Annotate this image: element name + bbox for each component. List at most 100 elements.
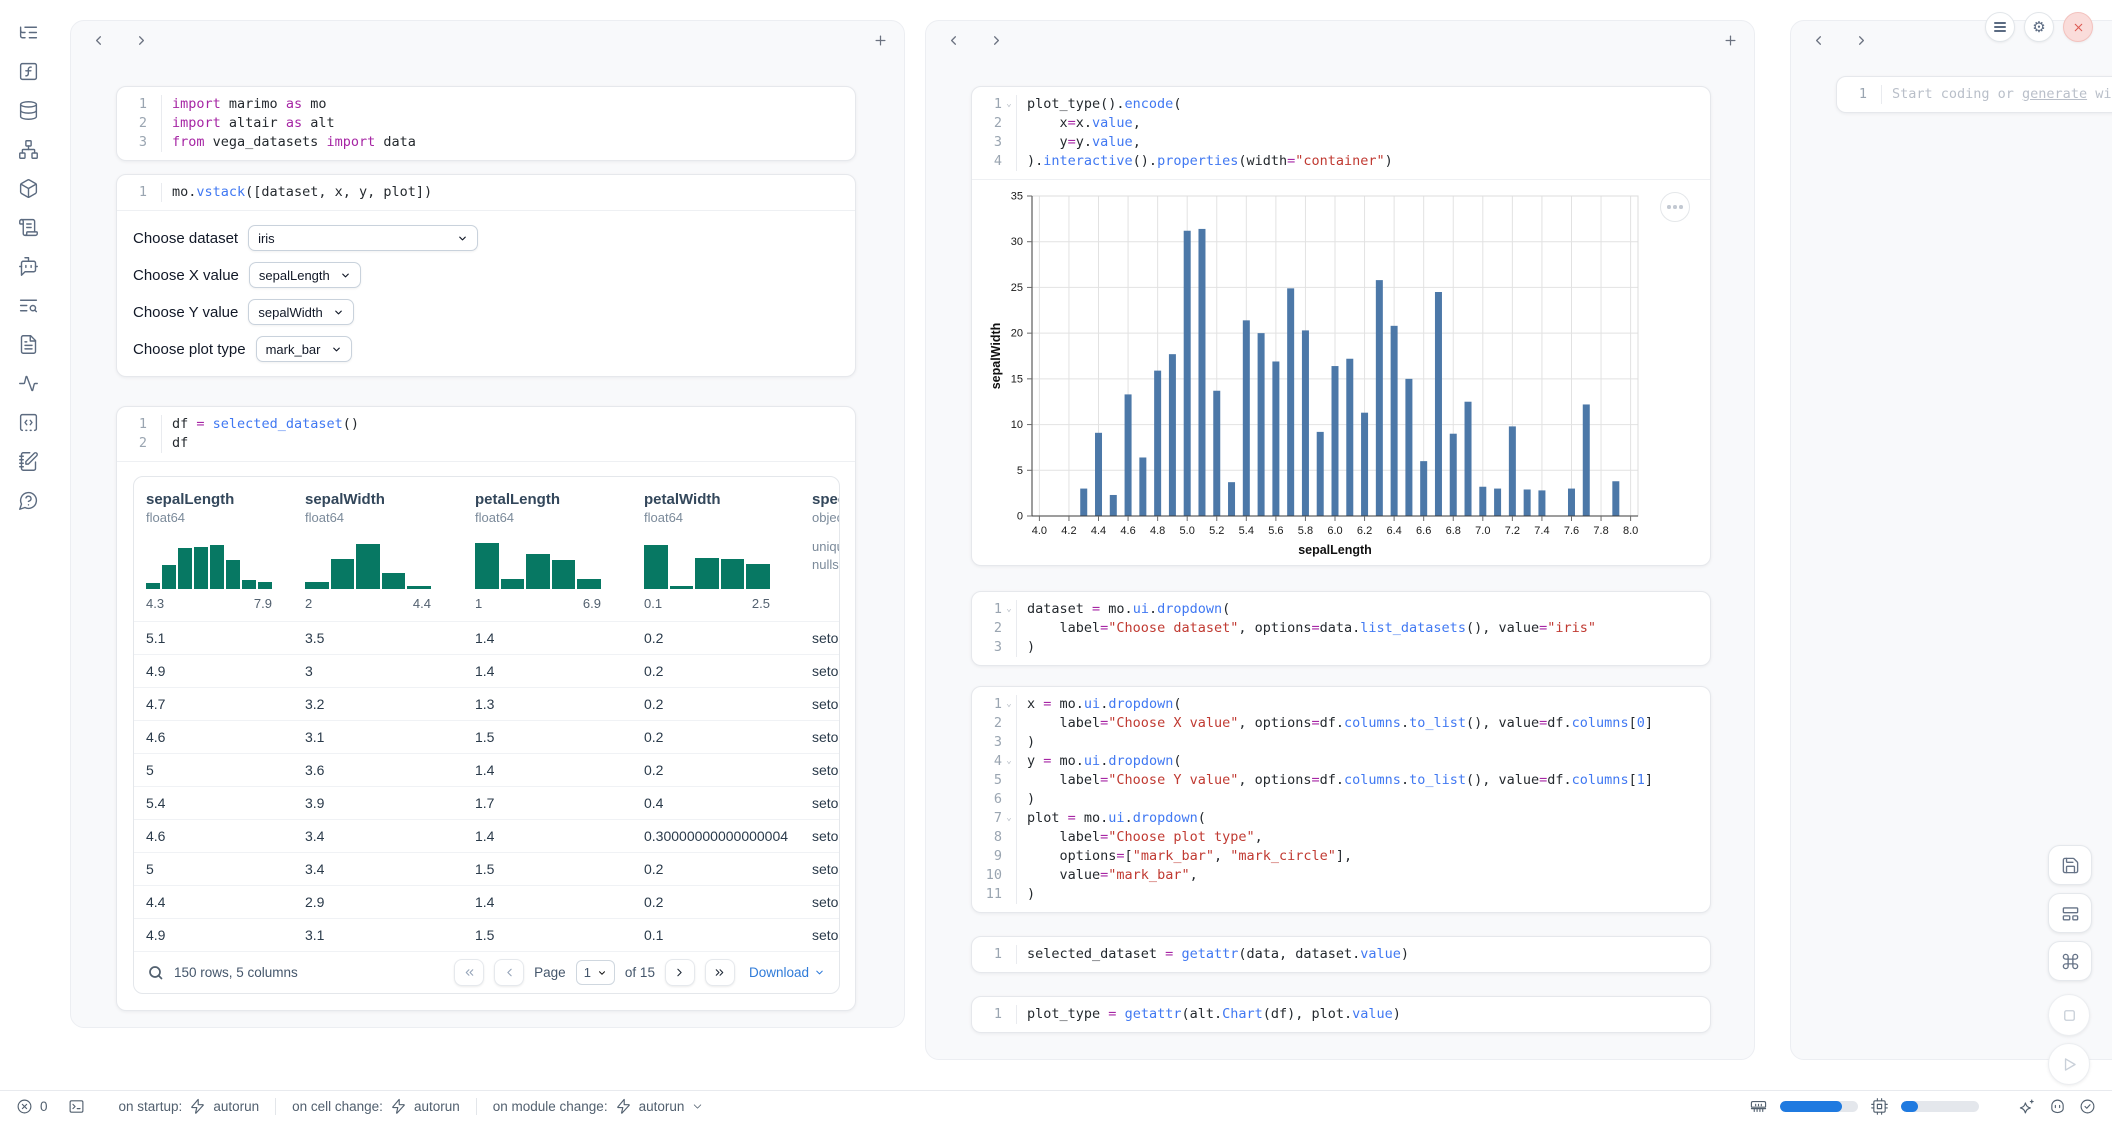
add-cell-button[interactable] <box>1723 33 1738 53</box>
code-text[interactable]: ) <box>1016 733 1710 752</box>
stop-button[interactable] <box>2048 994 2090 1036</box>
column-prev-button[interactable] <box>1811 33 1826 53</box>
code-text[interactable]: label="Choose X value", options=df.colum… <box>1016 714 1710 733</box>
cell-selected-dataset[interactable]: 1selected_dataset = getattr(data, datase… <box>971 936 1711 973</box>
column-header[interactable]: sepalLengthfloat644.37.9 <box>134 491 293 611</box>
code-editor[interactable]: 1⌄dataset = mo.ui.dropdown(2 label="Choo… <box>972 592 1710 665</box>
documentation-icon[interactable] <box>16 332 40 356</box>
connection-status-icon[interactable] <box>2079 1098 2096 1115</box>
code-text[interactable]: Start coding or generate with AI <box>1881 85 2112 104</box>
download-button[interactable]: Download <box>749 965 825 980</box>
code-editor[interactable]: 1import marimo as mo2import altair as al… <box>117 87 855 160</box>
packages-icon[interactable] <box>16 176 40 200</box>
code-text[interactable]: ) <box>1016 638 1710 657</box>
code-editor[interactable]: 1selected_dataset = getattr(data, datase… <box>972 937 1710 972</box>
code-text[interactable]: selected_dataset = getattr(data, dataset… <box>1016 945 1710 964</box>
code-text[interactable]: x = mo.ui.dropdown( <box>1016 695 1710 714</box>
on-startup-setting[interactable]: on startup: autorun <box>119 1098 260 1115</box>
column-prev-button[interactable] <box>91 33 106 53</box>
code-text[interactable]: ) <box>1016 790 1710 809</box>
dependency-graph-icon[interactable] <box>16 137 40 161</box>
column-header[interactable]: petalLengthfloat6416.9 <box>463 491 632 611</box>
cell-plot-type[interactable]: 1plot_type = getattr(alt.Chart(df), plot… <box>971 996 1711 1033</box>
code-editor[interactable]: 1⌄plot_type().encode(2 x=x.value,3 y=y.v… <box>972 87 1710 179</box>
code-text[interactable]: import altair as alt <box>161 114 855 133</box>
command-palette-button[interactable] <box>2048 941 2092 981</box>
snippets-icon[interactable] <box>16 410 40 434</box>
column-header[interactable]: speciobjecuniqunulls: <box>800 491 839 611</box>
search-icon[interactable] <box>148 965 164 981</box>
column-next-button[interactable] <box>989 33 1004 53</box>
code-text[interactable]: y = mo.ui.dropdown( <box>1016 752 1710 771</box>
tracing-icon[interactable] <box>16 371 40 395</box>
run-all-button[interactable] <box>2048 1043 2090 1085</box>
x-select[interactable]: sepalLength <box>249 262 361 288</box>
cell-dataframe[interactable]: 1df = selected_dataset()2df sepalLengthf… <box>116 406 856 1011</box>
code-text[interactable]: from vega_datasets import data <box>161 133 855 152</box>
code-text[interactable]: import marimo as mo <box>161 95 855 114</box>
next-page-button[interactable] <box>665 959 695 986</box>
code-editor[interactable]: 1plot_type = getattr(alt.Chart(df), plot… <box>972 997 1710 1032</box>
help-icon[interactable] <box>16 488 40 512</box>
layout-button[interactable] <box>2048 893 2092 933</box>
code-text[interactable]: y=y.value, <box>1016 133 1710 152</box>
file-tree-icon[interactable] <box>16 20 40 44</box>
close-button[interactable] <box>2063 12 2093 42</box>
fold-icon[interactable]: ⌄ <box>1002 809 1016 828</box>
code-text[interactable]: value="mark_bar", <box>1016 866 1710 885</box>
scratchpad-icon[interactable] <box>16 449 40 473</box>
altair-chart[interactable]: 4.04.24.44.64.85.05.25.45.65.86.06.26.46… <box>972 180 1710 565</box>
errors-indicator[interactable]: 0 <box>16 1098 48 1115</box>
on-cell-change-setting[interactable]: on cell change: autorun <box>292 1098 460 1115</box>
function-square-icon[interactable] <box>16 59 40 83</box>
fold-icon[interactable]: ⌄ <box>1002 695 1016 714</box>
cell-new-empty[interactable]: 1Start coding or generate with AI <box>1836 76 2112 113</box>
column-prev-button[interactable] <box>946 33 961 53</box>
cell-xy-plot-dropdowns[interactable]: 1⌄x = mo.ui.dropdown(2 label="Choose X v… <box>971 686 1711 913</box>
terminal-button[interactable] <box>68 1098 85 1115</box>
fold-icon[interactable]: ⌄ <box>1002 752 1016 771</box>
code-text[interactable]: mo.vstack([dataset, x, y, plot]) <box>161 183 855 202</box>
column-next-button[interactable] <box>1854 33 1869 53</box>
column-header[interactable]: sepalWidthfloat6424.4 <box>293 491 463 611</box>
cell-plot[interactable]: 1⌄plot_type().encode(2 x=x.value,3 y=y.v… <box>971 86 1711 566</box>
last-page-button[interactable] <box>705 959 735 986</box>
column-header[interactable]: petalWidthfloat640.12.5 <box>632 491 800 611</box>
cell-dataset-dropdown[interactable]: 1⌄dataset = mo.ui.dropdown(2 label="Choo… <box>971 591 1711 666</box>
fold-icon[interactable]: ⌄ <box>1002 95 1016 114</box>
cell-vstack[interactable]: 1mo.vstack([dataset, x, y, plot]) Choose… <box>116 174 856 377</box>
code-text[interactable]: dataset = mo.ui.dropdown( <box>1016 600 1710 619</box>
code-editor[interactable]: 1mo.vstack([dataset, x, y, plot]) <box>117 175 855 210</box>
code-text[interactable]: ) <box>1016 885 1710 904</box>
bar-chart[interactable]: 4.04.24.44.64.85.05.25.45.65.86.06.26.46… <box>986 186 1666 564</box>
prev-page-button[interactable] <box>494 959 524 986</box>
column-next-button[interactable] <box>134 33 149 53</box>
code-editor[interactable]: 1df = selected_dataset()2df <box>117 407 855 461</box>
code-text[interactable]: options=["mark_bar", "mark_circle"], <box>1016 847 1710 866</box>
fold-icon[interactable]: ⌄ <box>1002 600 1016 619</box>
code-text[interactable]: label="Choose plot type", <box>1016 828 1710 847</box>
code-editor[interactable]: 1⌄x = mo.ui.dropdown(2 label="Choose X v… <box>972 687 1710 912</box>
code-editor-placeholder[interactable]: 1Start coding or generate with AI <box>1837 77 2112 112</box>
code-text[interactable]: label="Choose dataset", options=data.lis… <box>1016 619 1710 638</box>
dataset-select[interactable]: iris <box>248 225 478 251</box>
list-search-icon[interactable] <box>16 293 40 317</box>
settings-gear-button[interactable]: ⚙ <box>2024 12 2054 42</box>
copilot-icon[interactable] <box>2049 1098 2066 1115</box>
code-text[interactable]: plot_type().encode( <box>1016 95 1710 114</box>
code-text[interactable]: df <box>161 434 855 453</box>
page-select[interactable]: 1 <box>576 960 615 985</box>
notebook-menu-button[interactable] <box>1985 12 2015 42</box>
y-select[interactable]: sepalWidth <box>248 299 353 325</box>
code-text[interactable]: df = selected_dataset() <box>161 415 855 434</box>
code-text[interactable]: label="Choose Y value", options=df.colum… <box>1016 771 1710 790</box>
datasets-icon[interactable] <box>16 98 40 122</box>
code-text[interactable]: plot_type = getattr(alt.Chart(df), plot.… <box>1016 1005 1710 1024</box>
sparkles-icon[interactable] <box>2019 1098 2036 1115</box>
add-cell-button[interactable] <box>873 33 888 53</box>
chart-actions-button[interactable] <box>1660 192 1690 222</box>
plot-type-select[interactable]: mark_bar <box>256 336 352 362</box>
code-text[interactable]: plot = mo.ui.dropdown( <box>1016 809 1710 828</box>
on-module-change-setting[interactable]: on module change: autorun <box>493 1098 705 1115</box>
save-button[interactable] <box>2048 845 2092 885</box>
